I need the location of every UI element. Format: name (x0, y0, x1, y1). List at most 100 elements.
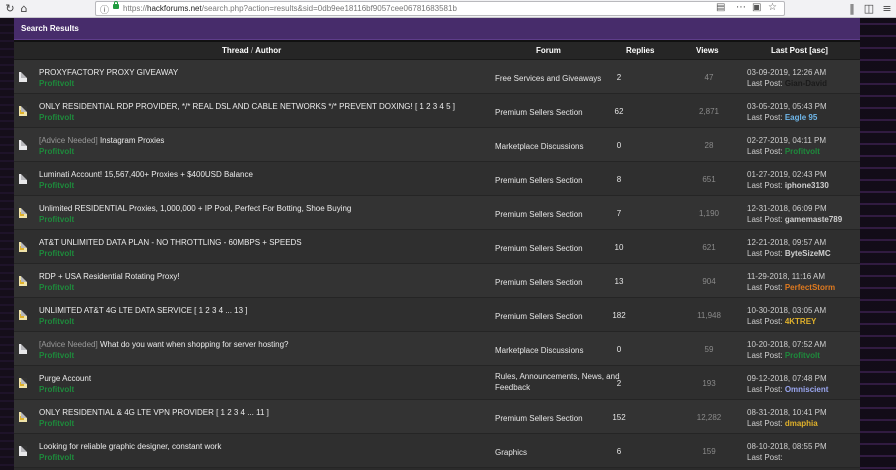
thread-author-link[interactable]: Profitvolt (39, 351, 74, 360)
address-bar[interactable]: ⓘ https://hackforums.net/search.php?acti… (95, 1, 785, 16)
home-icon[interactable]: ⌂ (17, 2, 31, 16)
last-post-user-link[interactable]: Eagle 95 (785, 113, 817, 122)
replies-count[interactable]: 0 (594, 345, 644, 354)
views-count: 621 (702, 243, 716, 252)
thread-author-link[interactable]: Profitvolt (39, 79, 74, 88)
replies-count[interactable]: 2 (594, 379, 644, 388)
lastpost-sort-link[interactable]: Last Post (771, 46, 807, 55)
thread-author-link[interactable]: Profitvolt (39, 147, 74, 156)
url-text[interactable]: https://hackforums.net/search.php?action… (123, 4, 457, 13)
last-post-label: Last Post: (747, 453, 783, 462)
last-post-date[interactable]: 09-12-2018, 07:48 PM (747, 374, 827, 383)
replies-sort-link[interactable]: Replies (626, 46, 654, 55)
thread-link[interactable]: Purge Account (39, 374, 91, 383)
thread-author-link[interactable]: Profitvolt (39, 181, 74, 190)
author-sort-link[interactable]: Author (255, 46, 281, 55)
replies-count[interactable]: 7 (594, 209, 644, 218)
replies-count[interactable]: 62 (594, 107, 644, 116)
last-post-date[interactable]: 10-30-2018, 03:05 AM (747, 306, 826, 315)
last-post-info: Last Post: Gian-David (747, 79, 827, 88)
thread-link[interactable]: AT&T UNLIMITED DATA PLAN - NO THROTTLING… (39, 238, 302, 247)
thread-link[interactable]: UNLIMITED AT&T 4G LTE DATA SERVICE [ 1 2… (39, 306, 248, 315)
last-post-date[interactable]: 03-09-2019, 12:26 AM (747, 68, 826, 77)
last-post-user-link[interactable]: iphone3130 (785, 181, 829, 190)
replies-count[interactable]: 182 (594, 311, 644, 320)
last-post-date[interactable]: 02-27-2019, 04:11 PM (747, 136, 826, 145)
thread-author-link[interactable]: Profitvolt (39, 215, 74, 224)
thread-author-link[interactable]: Profitvolt (39, 249, 74, 258)
replies-count[interactable]: 152 (594, 413, 644, 422)
thread-link[interactable]: What do you want when shopping for serve… (100, 340, 289, 349)
thread-status-icon (19, 446, 27, 456)
last-post-date[interactable]: 12-31-2018, 06:09 PM (747, 204, 827, 213)
sidebar-icon[interactable]: ◫ (862, 2, 876, 16)
thread-status-icon (19, 106, 27, 116)
last-post-info: Last Post: iphone3130 (747, 181, 829, 190)
thread-link[interactable]: ONLY RESIDENTIAL RDP PROVIDER, */* REAL … (39, 102, 455, 111)
last-post-date[interactable]: 08-10-2018, 08:55 PM (747, 442, 827, 451)
last-post-date[interactable]: 08-31-2018, 10:41 PM (747, 408, 827, 417)
thread-author-link[interactable]: Profitvolt (39, 385, 74, 394)
last-post-user-link[interactable]: dmaphia (785, 419, 818, 428)
replies-count[interactable]: 13 (594, 277, 644, 286)
more-icon[interactable]: ⋯ (736, 2, 746, 13)
table-row: Purge Account Profitvolt Rules, Announceme… (14, 366, 860, 400)
thread-title: PROXYFACTORY PROXY GIVEAWAY (39, 68, 178, 77)
views-sort-link[interactable]: Views (696, 46, 719, 55)
thread-link[interactable]: Instagram Proxies (100, 136, 164, 145)
last-post-info: Last Post: ByteSizeMC (747, 249, 831, 258)
last-post-date[interactable]: 10-20-2018, 07:52 AM (747, 340, 826, 349)
thread-author-link[interactable]: Profitvolt (39, 113, 74, 122)
last-post-label: Last Post: (747, 215, 783, 224)
thread-link[interactable]: PROXYFACTORY PROXY GIVEAWAY (39, 68, 178, 77)
last-post-user-link[interactable]: PerfectStorm (785, 283, 835, 292)
thread-link[interactable]: Unlimited RESIDENTIAL Proxies, 1,000,000… (39, 204, 351, 213)
last-post-user-link[interactable]: gamemaste789 (785, 215, 842, 224)
views-count: 59 (704, 345, 714, 354)
thread-author-link[interactable]: Profitvolt (39, 317, 74, 326)
last-post-date[interactable]: 03-05-2019, 05:43 PM (747, 102, 827, 111)
thread-link[interactable]: RDP + USA Residential Rotating Proxy! (39, 272, 180, 281)
last-post-user-link[interactable]: Omniscient (785, 385, 829, 394)
replies-count[interactable]: 2 (594, 73, 644, 82)
last-post-info: Last Post: PerfectStorm (747, 283, 835, 292)
last-post-info: Last Post: dmaphia (747, 419, 818, 428)
thread-author-link[interactable]: Profitvolt (39, 283, 74, 292)
thread-status-icon (19, 140, 27, 150)
last-post-date[interactable]: 12-21-2018, 09:57 AM (747, 238, 826, 247)
bookmark-star-icon[interactable]: ☆ (768, 2, 777, 13)
forum-sort-link[interactable]: Forum (536, 46, 561, 55)
replies-count[interactable]: 8 (594, 175, 644, 184)
thread-sort-link[interactable]: Thread (222, 46, 249, 55)
last-post-date[interactable]: 01-27-2019, 02:43 PM (747, 170, 827, 179)
thread-link[interactable]: Looking for reliable graphic designer, c… (39, 442, 221, 451)
thread-link[interactable]: Luminati Account! 15,567,400+ Proxies + … (39, 170, 253, 179)
menu-icon[interactable]: ≡ (880, 2, 894, 16)
replies-count[interactable]: 10 (594, 243, 644, 252)
thread-author-link[interactable]: Profitvolt (39, 453, 74, 462)
lock-icon (113, 1, 119, 9)
thread-author-link[interactable]: Profitvolt (39, 419, 74, 428)
last-post-user-link[interactable]: Profitvolt (785, 351, 820, 360)
views-count: 193 (702, 379, 716, 388)
table-row: ONLY RESIDENTIAL RDP PROVIDER, */* REAL … (14, 94, 860, 128)
last-post-user-link[interactable]: 4KTREY (785, 317, 817, 326)
sort-order-link[interactable]: [asc] (809, 46, 828, 55)
library-icon[interactable]: ‖ (845, 2, 859, 16)
thread-status-icon (19, 174, 27, 184)
browser-toolbar: ↻ ⌂ ⓘ https://hackforums.net/search.php?… (0, 0, 896, 18)
thread-prefix: [Advice Needed] (39, 340, 98, 349)
thread-link[interactable]: ONLY RESIDENTIAL & 4G LTE VPN PROVIDER [… (39, 408, 269, 417)
reload-icon[interactable]: ↻ (3, 2, 17, 16)
pocket-icon[interactable]: ▣ (752, 2, 761, 13)
last-post-label: Last Post: (747, 283, 783, 292)
replies-count[interactable]: 6 (594, 447, 644, 456)
last-post-user-link[interactable]: Gian-David (785, 79, 827, 88)
reader-view-icon[interactable]: ▤ (716, 2, 725, 13)
replies-count[interactable]: 0 (594, 141, 644, 150)
info-icon[interactable]: ⓘ (100, 3, 109, 16)
last-post-user-link[interactable]: ByteSizeMC (785, 249, 831, 258)
last-post-user-link[interactable]: Profitvolt (785, 147, 820, 156)
background-decoration (0, 18, 14, 470)
last-post-date[interactable]: 11-29-2018, 11:16 AM (747, 272, 825, 281)
